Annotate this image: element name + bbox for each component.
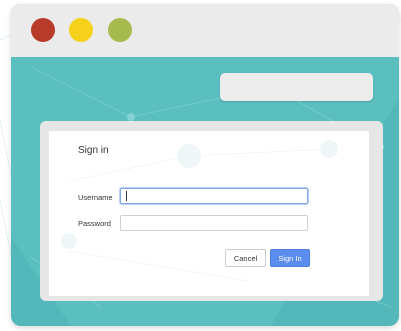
minimize-window-button[interactable]: [69, 18, 93, 42]
sign-in-dialog: Sign in Username Password Cancel Sign In: [49, 131, 369, 296]
dialog-title: Sign in: [78, 145, 109, 156]
username-label: Username: [78, 193, 113, 202]
sign-in-button[interactable]: Sign In: [270, 249, 310, 267]
text-caret: [126, 191, 127, 201]
illustration-stage: Sign in Username Password Cancel Sign In: [0, 0, 401, 331]
cancel-button[interactable]: Cancel: [225, 249, 266, 267]
maximize-window-button[interactable]: [108, 18, 132, 42]
username-input[interactable]: [120, 188, 308, 204]
window-titlebar: [11, 4, 399, 57]
password-input[interactable]: [120, 215, 308, 231]
password-label: Password: [78, 219, 111, 228]
address-bar[interactable]: [220, 73, 373, 101]
close-window-button[interactable]: [31, 18, 55, 42]
